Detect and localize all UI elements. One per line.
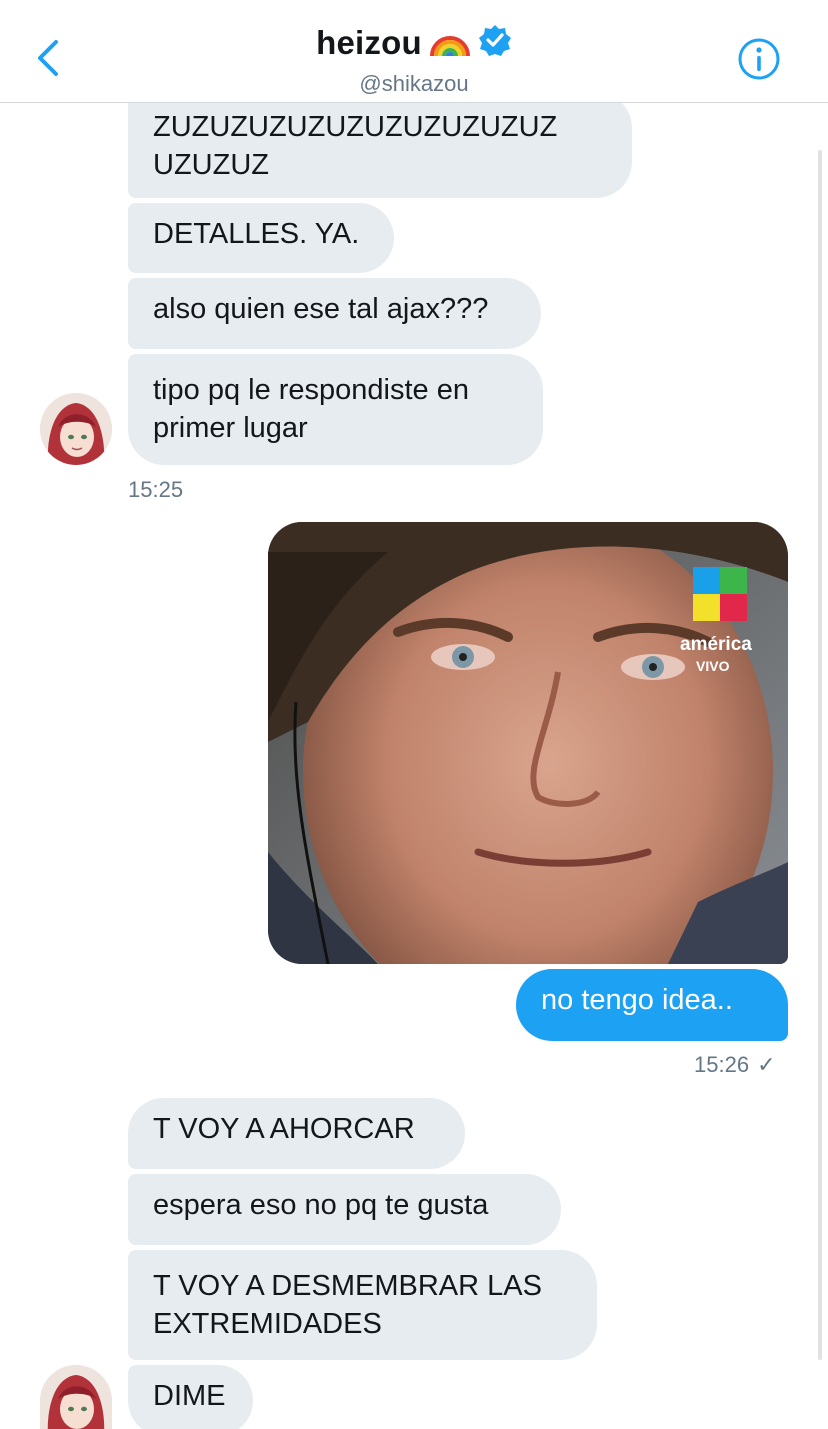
message-text: DETALLES. YA. [153,218,360,250]
media-logo-sub: VIVO [696,658,730,674]
media-logo-text: américa [680,634,752,655]
message-text: T VOY A AHORCAR [153,1113,415,1145]
message-bubble-incoming[interactable]: T VOY A DESMEMBRAR LAS EXTREMIDADES [128,1250,597,1360]
message-text: DIME [153,1380,226,1412]
message-bubble-incoming[interactable]: also quien ese tal ajax??? [128,278,541,349]
message-text: also quien ese tal ajax??? [153,293,489,325]
message-bubble-outgoing[interactable]: no tengo idea.. [516,969,788,1041]
conversation-handle: @shikazou [359,71,469,96]
message-text: no tengo idea.. [541,984,733,1016]
message-text: espera eso no pq te gusta [153,1189,489,1221]
message-text-line: ZUZUZUZUZUZUZUZUZUZUZ [153,111,558,143]
checkmark-icon: ✓ [757,1052,776,1077]
message-timestamp: 15:26 [694,1052,750,1077]
message-bubble-incoming[interactable]: ZUZUZUZUZUZUZUZUZUZUZ UZUZUZ [128,92,632,198]
message-bubble-incoming[interactable]: T VOY A AHORCAR [128,1098,465,1169]
conversation-info-button[interactable] [737,37,781,81]
message-bubble-incoming[interactable]: DETALLES. YA. [128,203,394,273]
message-text-line: tipo pq le respondiste en [153,374,469,406]
message-timestamp: 15:25 [128,477,184,502]
info-icon [738,38,780,80]
rainbow-emoji-icon [428,20,472,65]
contact-avatar[interactable] [40,393,112,465]
message-text-line: primer lugar [153,412,308,444]
conversation-title-block[interactable]: heizou @shikazou [0,20,828,97]
conversation-header: heizou @shikazou [0,0,828,103]
message-bubble-incoming[interactable]: tipo pq le respondiste en primer lugar [128,354,543,465]
conversation-name: heizou [316,23,422,61]
scrollbar[interactable] [818,150,822,1360]
media-image-message[interactable]: américa VIVO [268,522,788,964]
contact-avatar[interactable] [40,1365,112,1429]
message-text-line: UZUZUZ [153,149,269,181]
message-bubble-incoming[interactable]: DIME [128,1365,253,1429]
verified-badge-icon [478,23,512,62]
message-bubble-incoming[interactable]: espera eso no pq te gusta [128,1174,561,1245]
message-text-line: EXTREMIDADES [153,1308,382,1340]
message-timestamp-row: 15:26 ✓ [694,1052,776,1078]
message-text-line: T VOY A DESMEMBRAR LAS [153,1270,542,1302]
